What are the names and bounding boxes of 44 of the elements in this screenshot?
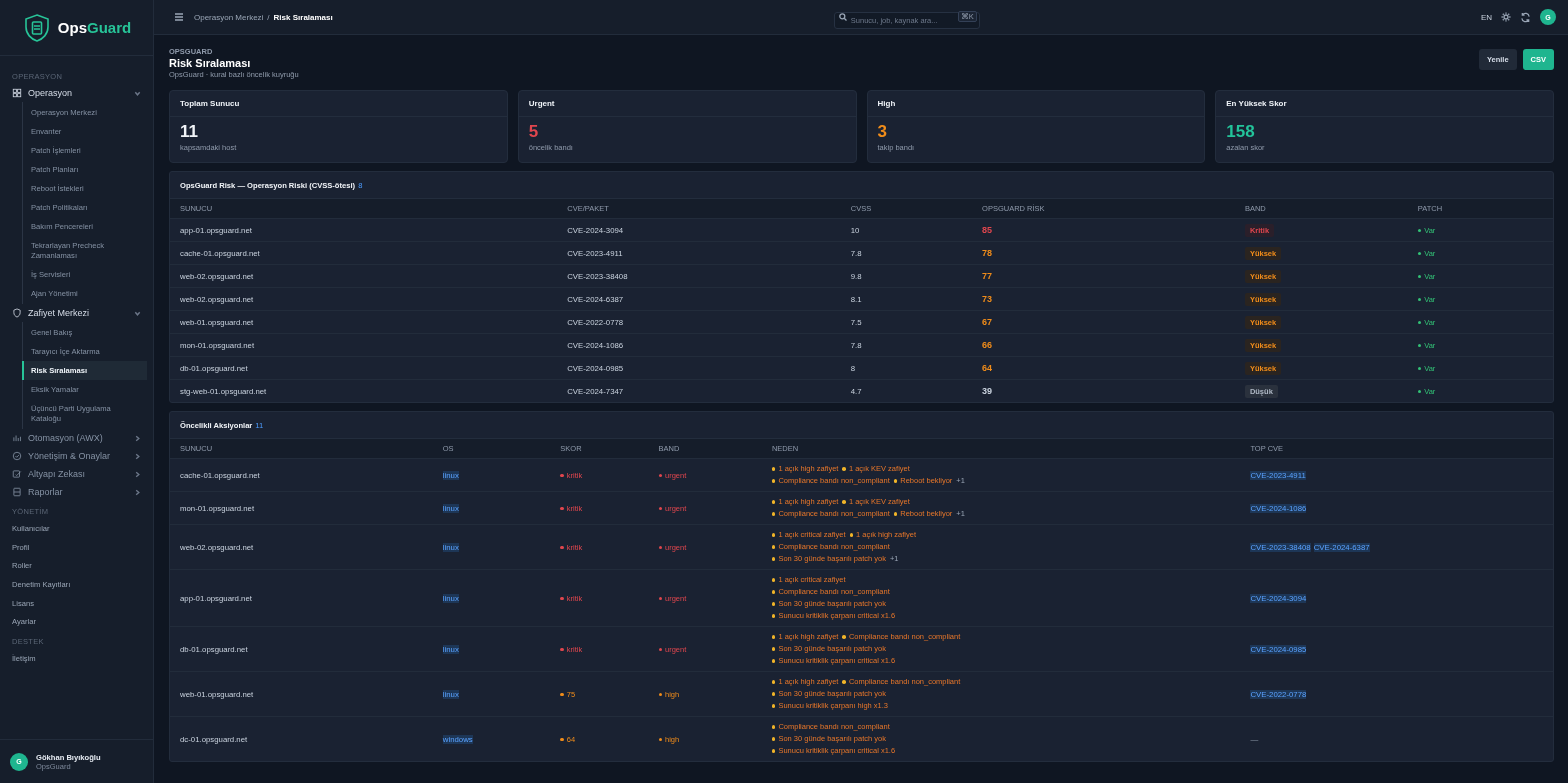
- stat-value: 3: [876, 121, 888, 142]
- nav-group-label: Otomasyon (AWX): [28, 433, 104, 444]
- breadcrumb-current: Risk Sıralaması: [273, 12, 333, 22]
- search-icon: [838, 13, 847, 21]
- nav-group[interactable]: Raporlar: [6, 483, 147, 502]
- logo-text: OpsGuard: [57, 19, 132, 36]
- stat-title: Toplam Sunucu: [170, 91, 507, 117]
- stat-title: En Yüksek Skor: [1216, 91, 1553, 117]
- stat-value: 11: [179, 121, 199, 142]
- grid-icon: [12, 88, 22, 98]
- nav-group[interactable]: Altyapı Zekası: [6, 465, 147, 484]
- stat-title: Urgent: [518, 91, 856, 117]
- nav-group-label: Raporlar: [28, 487, 64, 498]
- sun-icon[interactable]: [1501, 12, 1511, 22]
- risk-score: 73: [982, 294, 993, 304]
- stat-title: High: [867, 91, 1205, 117]
- document-icon: [12, 487, 22, 498]
- risk-score: 39: [982, 386, 993, 396]
- risk-score: 66: [982, 340, 993, 350]
- breadcrumb-link[interactable]: Operasyon Merkezi: [194, 12, 264, 22]
- risk-score: 64: [982, 363, 993, 373]
- nav-group-label: Altyapı Zekası: [28, 469, 87, 480]
- stat-value: 158: [1225, 121, 1256, 142]
- bar-chart-icon: [12, 433, 22, 444]
- stat-value: 5: [527, 121, 540, 142]
- refresh-icon[interactable]: [1520, 11, 1531, 23]
- shield-icon: [12, 308, 22, 319]
- nav-group[interactable]: Otomasyon (AWX): [6, 429, 147, 448]
- nav-group-label: Operasyon: [28, 88, 74, 98]
- risk-score: 78: [982, 248, 993, 258]
- breadcrumb-separator: /: [267, 12, 270, 22]
- checkbox-icon: [12, 469, 22, 480]
- nav-group[interactable]: Operasyon: [6, 84, 147, 102]
- nav-group[interactable]: Zafiyet Merkezi: [6, 304, 147, 323]
- check-circle-icon: [12, 451, 22, 462]
- menu-icon[interactable]: [174, 12, 184, 22]
- nav-group[interactable]: Yönetişim & Onaylar: [6, 447, 147, 466]
- nav-group-label: Zafiyet Merkezi: [28, 308, 90, 319]
- language-toggle[interactable]: EN: [1480, 12, 1492, 22]
- risk-score: 85: [982, 225, 993, 235]
- risk-score: 77: [982, 271, 993, 281]
- nav-group-label: Yönetişim & Onaylar: [28, 451, 112, 462]
- page-title: Risk Sıralaması: [169, 57, 252, 69]
- risk-score: 67: [982, 317, 993, 327]
